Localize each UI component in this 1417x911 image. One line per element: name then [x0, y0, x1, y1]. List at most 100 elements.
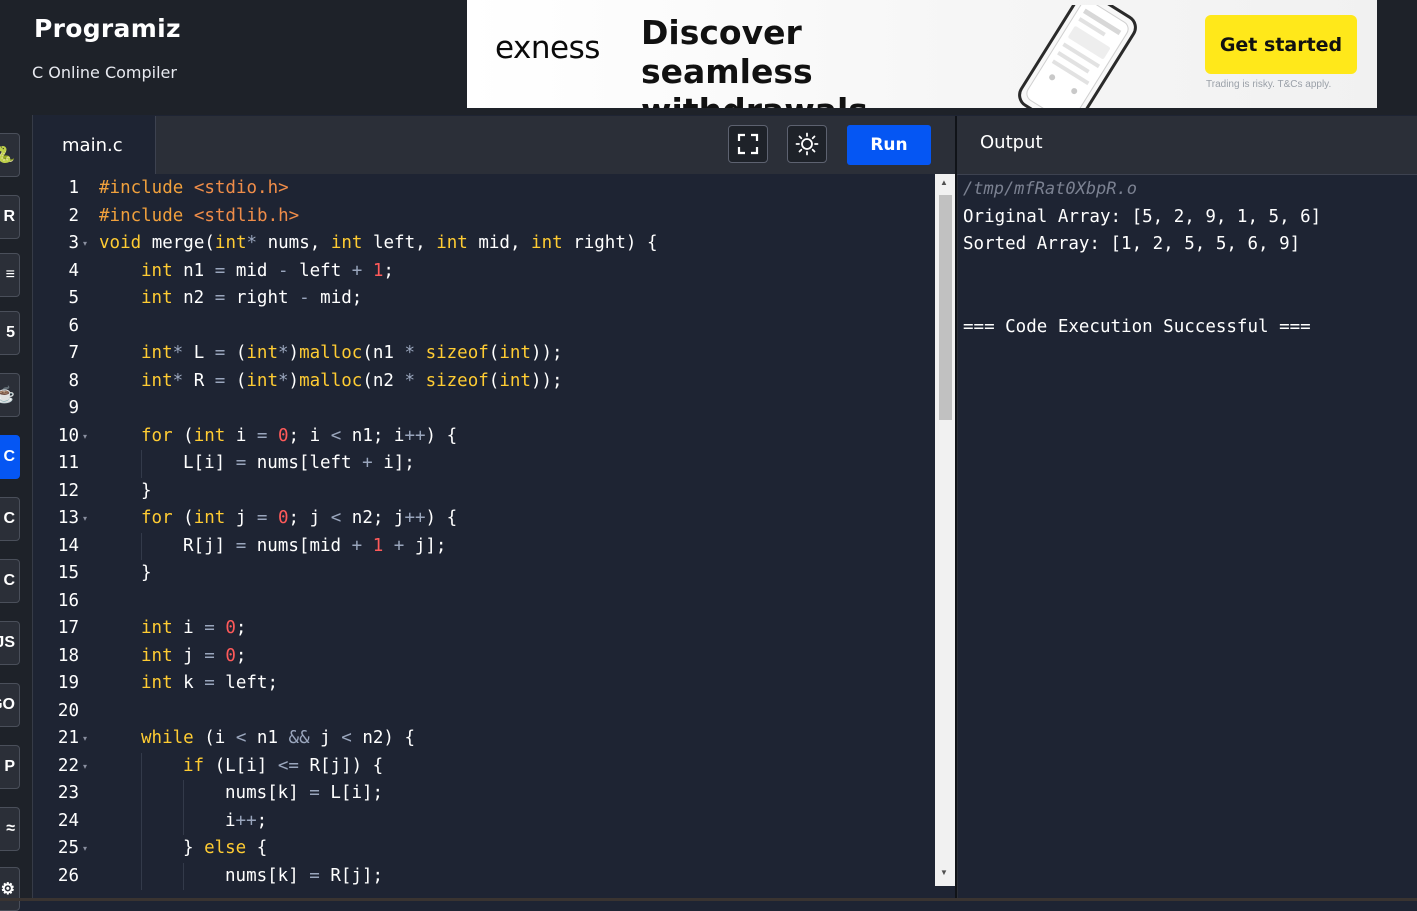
code-token: (n1: [362, 343, 405, 363]
code-line[interactable]: } else {: [183, 835, 267, 862]
code-token: +: [351, 535, 363, 556]
code-token: ) {: [425, 508, 458, 528]
code-line[interactable]: int i = 0;: [141, 615, 246, 642]
code-token: (: [225, 343, 247, 363]
code-line[interactable]: if (L[i] <= R[j]) {: [183, 753, 383, 780]
line-number: 4: [68, 260, 79, 281]
sidebar-item-csharp[interactable]: C: [0, 559, 20, 603]
sidebar-item-cpp[interactable]: C: [0, 497, 20, 541]
code-token: int: [499, 370, 531, 391]
code-token: nums[mid: [246, 535, 352, 556]
code-line[interactable]: int n2 = right - mid;: [141, 285, 362, 312]
code-token: for: [141, 425, 173, 446]
code-line[interactable]: for (int i = 0; i < n1; i++) {: [141, 423, 457, 450]
tab-main-c[interactable]: main.c: [33, 116, 156, 174]
code-line[interactable]: nums[k] = L[i];: [225, 780, 383, 807]
ad-headline: Discover seamless withdrawals: [641, 13, 868, 108]
code-token: =: [214, 370, 226, 391]
sidebar-item-java[interactable]: ☕: [0, 373, 20, 417]
code-editor[interactable]: 1 2 3 ▾ 4 5 6 7 8 9 10 ▾ 11 12 13 ▾ 14 15 16 17 18 19 20 21 ▾ 22 ▾…: [33, 174, 955, 901]
code-token: }: [141, 480, 152, 501]
indent-guide: [141, 862, 142, 890]
sidebar-item-php[interactable]: P: [0, 745, 20, 789]
code-token: #include: [99, 205, 194, 226]
line-number: 3: [68, 233, 79, 253]
programiz-logo[interactable]: Programiz: [34, 14, 181, 43]
indent-guide: [141, 532, 142, 560]
code-token: int: [141, 370, 173, 391]
code-token: n1: [172, 260, 215, 281]
code-line[interactable]: int k = left;: [141, 670, 278, 697]
code-token: <: [330, 508, 342, 528]
fullscreen-button[interactable]: [728, 125, 768, 163]
code-token: void: [99, 233, 142, 253]
code-line[interactable]: #include <stdio.h>: [99, 175, 289, 202]
code-token: (i: [193, 728, 236, 748]
line-number: 7: [68, 343, 79, 363]
code-line[interactable]: }: [141, 560, 152, 587]
code-line[interactable]: while (i < n1 && j < n2) {: [141, 725, 415, 752]
fold-arrow-icon[interactable]: ▾: [83, 505, 93, 532]
output-title: Output: [980, 132, 1043, 153]
indent-guide: [183, 807, 184, 835]
code-token: +: [351, 260, 363, 281]
code-area[interactable]: #include <stdio.h> #include <stdlib.h> voi…: [99, 174, 955, 901]
sidebar-item-swift[interactable]: ≈: [0, 807, 20, 851]
sidebar-item-python[interactable]: 🐍: [0, 133, 20, 177]
code-line[interactable]: void merge(int* nums, int left, int mid,…: [99, 230, 657, 257]
sidebar-item-rust[interactable]: ⚙: [0, 867, 20, 911]
fold-arrow-icon[interactable]: ▾: [83, 835, 93, 862]
code-token: *: [172, 343, 184, 363]
code-line[interactable]: nums[k] = R[j];: [225, 863, 383, 890]
output-header: Output: [957, 116, 1417, 175]
cpp-icon: C: [3, 510, 15, 527]
fold-arrow-icon[interactable]: ▾: [83, 725, 93, 752]
code-token: <: [341, 728, 352, 748]
sidebar-item-r[interactable]: R: [0, 195, 20, 239]
theme-toggle-button[interactable]: [787, 125, 827, 163]
output-line: === Code Execution Successful ===: [963, 316, 1311, 337]
line-number: 1: [68, 178, 79, 198]
r-icon: R: [3, 208, 15, 225]
scrollbar-thumb[interactable]: [939, 195, 952, 420]
code-token: (: [172, 425, 194, 446]
code-line[interactable]: }: [141, 478, 152, 505]
code-token: R[j]) {: [298, 755, 384, 776]
fold-arrow-icon[interactable]: ▾: [83, 230, 93, 257]
code-token: <stdlib.h>: [193, 205, 300, 226]
advertisement-banner[interactable]: exness Discover seamless withdrawals Get…: [467, 0, 1377, 108]
line-number: 15: [57, 563, 79, 583]
code-token: merge(: [141, 233, 215, 253]
code-token: 1: [372, 260, 384, 281]
code-token: =: [214, 288, 226, 308]
sidebar-item-sql[interactable]: ≡: [0, 253, 20, 297]
fold-arrow-icon[interactable]: ▾: [83, 753, 93, 780]
sidebar-item-go[interactable]: GO: [0, 683, 20, 727]
ad-cta-button[interactable]: Get started: [1205, 15, 1357, 74]
code-line[interactable]: int* L = (int*)malloc(n1 * sizeof(int));: [141, 340, 563, 367]
line-number: 19: [57, 673, 79, 693]
code-line[interactable]: #include <stdlib.h>: [99, 203, 299, 230]
code-line[interactable]: int j = 0;: [141, 643, 246, 670]
code-token: ): [288, 343, 300, 363]
scroll-down-arrow-icon[interactable]: ▼: [940, 868, 948, 877]
code-line[interactable]: i++;: [225, 808, 267, 835]
fold-arrow-icon[interactable]: ▾: [83, 423, 93, 450]
sidebar-item-c[interactable]: C: [0, 435, 20, 479]
line-number: 5: [68, 288, 79, 308]
sidebar-item-html[interactable]: 5: [0, 311, 20, 355]
code-line[interactable]: L[i] = nums[left + i];: [183, 450, 415, 477]
run-button[interactable]: Run: [847, 125, 931, 165]
scroll-up-arrow-icon[interactable]: ▲: [940, 178, 948, 187]
rust-icon: ⚙: [0, 881, 15, 898]
code-line[interactable]: for (int j = 0; j < n2; j++) {: [141, 505, 457, 532]
sidebar-item-js[interactable]: JS: [0, 621, 20, 665]
code-line[interactable]: R[j] = nums[mid + 1 + j];: [183, 533, 446, 560]
editor-scrollbar[interactable]: ▲ ▼: [935, 174, 955, 886]
code-line[interactable]: int* R = (int*)malloc(n2 * sizeof(int));: [141, 368, 563, 395]
code-line[interactable]: int n1 = mid - left + 1;: [141, 258, 394, 285]
